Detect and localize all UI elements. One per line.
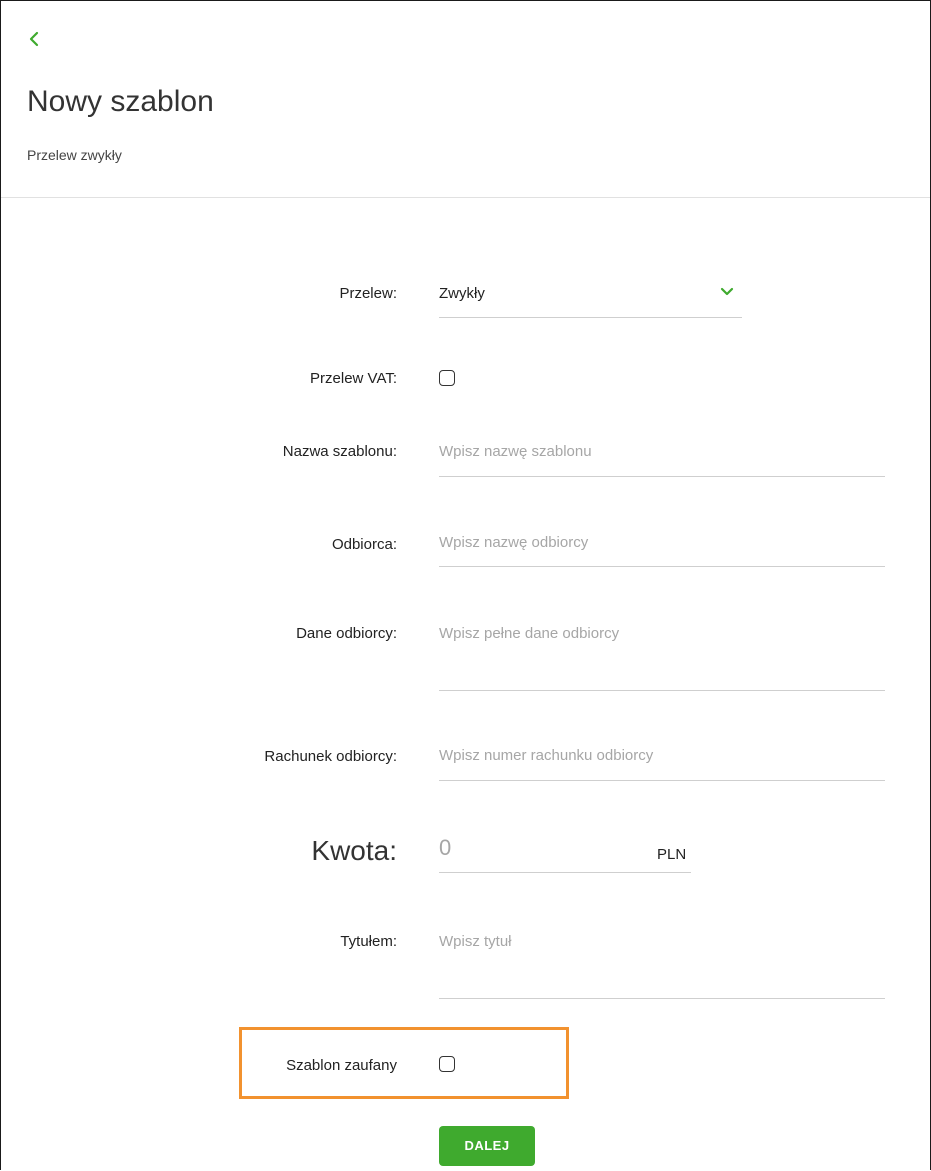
page-subtitle: Przelew zwykły	[27, 147, 122, 163]
currency-label: PLN	[657, 846, 687, 863]
vat-checkbox[interactable]	[439, 370, 455, 386]
vat-label: Przelew VAT:	[310, 370, 397, 387]
recipient-account-label: Rachunek odbiorcy:	[264, 748, 397, 765]
back-chevron-icon[interactable]	[27, 30, 41, 48]
template-name-input[interactable]: Wpisz nazwę szablonu	[439, 441, 885, 477]
transfer-type-value: Zwykły	[439, 285, 485, 302]
template-name-label: Nazwa szablonu:	[282, 443, 397, 460]
recipient-input[interactable]: Wpisz nazwę odbiorcy	[439, 532, 885, 567]
next-button[interactable]: DALEJ	[439, 1126, 535, 1166]
recipient-details-placeholder: Wpisz pełne dane odbiorcy	[439, 625, 620, 642]
template-name-placeholder: Wpisz nazwę szablonu	[439, 443, 592, 460]
page-frame: Nowy szablon Przelew zwykły Przelew: Zwy…	[0, 0, 931, 1170]
recipient-account-input[interactable]: Wpisz numer rachunku odbiorcy	[439, 745, 885, 781]
title-placeholder: Wpisz tytuł	[439, 933, 512, 950]
recipient-label: Odbiorca:	[331, 536, 397, 553]
transfer-type-select[interactable]: Zwykły	[439, 283, 742, 318]
chevron-down-icon	[720, 287, 734, 296]
amount-placeholder: 0	[439, 835, 452, 860]
recipient-details-textarea[interactable]: Wpisz pełne dane odbiorcy	[439, 623, 885, 691]
trusted-template-checkbox[interactable]	[439, 1056, 455, 1072]
amount-label: Kwota:	[311, 835, 397, 866]
page-title: Nowy szablon	[27, 85, 214, 118]
recipient-placeholder: Wpisz nazwę odbiorcy	[439, 534, 589, 551]
title-textarea[interactable]: Wpisz tytuł	[439, 931, 885, 999]
amount-input[interactable]: 0 PLN	[439, 835, 691, 873]
title-label: Tytułem:	[340, 933, 397, 950]
recipient-details-label: Dane odbiorcy:	[296, 625, 397, 642]
transfer-type-label: Przelew:	[339, 285, 397, 302]
header-divider	[1, 197, 930, 198]
recipient-account-placeholder: Wpisz numer rachunku odbiorcy	[439, 747, 654, 764]
trusted-template-label: Szablon zaufany	[286, 1057, 397, 1074]
